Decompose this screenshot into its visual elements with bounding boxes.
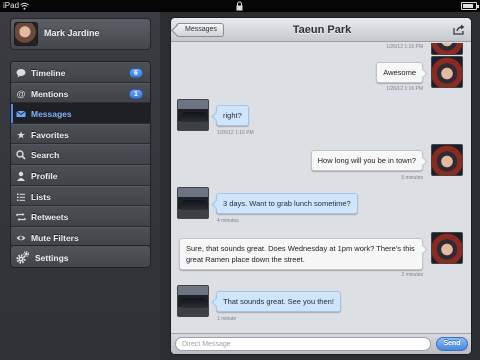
account-name: Mark Jardine [44,28,100,38]
contact-avatar [177,285,209,317]
unread-badge: 6 [129,68,143,78]
battery-icon [461,2,479,10]
carrier-label: iPad [3,1,20,10]
send-button[interactable]: Send [436,337,468,351]
conversation-panel: Messages Taeun Park 1/26/12 1:16 PM Awes… [170,17,472,355]
message-bubble: Sure, that sounds great. Does Wednesday … [179,238,423,270]
contact-avatar [177,99,209,131]
sidebar-item-label: Lists [31,191,51,202]
message-timestamp: 1/26/12 1:16 PM [386,86,423,92]
sidebar-item-label: Favorites [31,129,69,140]
message-bubble: Awesome [376,62,423,83]
settings-label: Settings [35,253,69,263]
sidebar-item-messages[interactable]: Messages [11,103,150,124]
eye-icon [16,233,26,243]
message-timestamp: 4 minutes [217,218,239,224]
sidebar-item-label: Search [31,150,60,161]
lock-icon [236,1,243,11]
account-avatar [14,22,38,46]
sidebar-item-label: Profile [31,170,58,181]
direct-message-input[interactable] [175,337,431,351]
sidebar-item-label: Mentions [31,88,69,99]
gear-icon [16,251,30,264]
wifi-icon [20,2,29,10]
message-composer: Send [171,333,471,354]
ipad-screen: iPad Mark Jardine Timeline 6 @ Mentions … [0,0,480,360]
selection-indicator [11,104,13,123]
message-bubble: How long will you be in town? [310,150,423,171]
message-timestamp: 1 minute [217,316,237,322]
conversation-header: Messages Taeun Park [171,18,471,42]
star-icon: ★ [16,129,26,140]
message-bubble: That sounds great. See you then! [216,291,341,312]
sidebar-item-label: Timeline [31,68,66,78]
at-sign-icon: @ [16,88,26,99]
message-bubble: right? [216,105,249,126]
settings-button[interactable]: Settings [10,245,151,268]
sidebar-item-label: Messages [31,109,72,120]
message-timestamp: 5 minutes [401,175,423,181]
message-thread: 1/26/12 1:16 PM Awesome 1/26/12 1:16 PM … [171,43,471,333]
person-icon [16,171,26,181]
retweet-icon [16,212,26,222]
message-timestamp: 1/26/12 1:16 PM [217,130,254,136]
sidebar-item-mentions[interactable]: @ Mentions 1 [11,82,150,104]
speech-bubble-icon [16,68,26,78]
message-timestamp: 2 minutes [401,272,423,278]
message-bubble: 3 days. Want to grab lunch sometime? [216,193,358,214]
account-button[interactable]: Mark Jardine [10,18,151,50]
my-avatar [431,232,463,264]
sidebar-item-label: Retweets [31,212,69,223]
my-avatar [431,43,463,55]
my-avatar [431,144,463,176]
conversation-title: Taeun Park [292,24,352,36]
unread-badge: 1 [129,88,143,99]
sidebar-menu: Timeline 6 @ Mentions 1 Messages ★ Favor… [10,61,151,249]
message-timestamp: 1/26/12 1:16 PM [386,44,423,50]
envelope-icon [16,109,26,119]
sidebar-item-label: Mute Filters [31,232,79,243]
sidebar-item-search[interactable]: Search [11,144,150,165]
share-icon[interactable] [453,24,465,35]
sidebar-item-profile[interactable]: Profile [11,164,150,186]
sidebar-item-timeline[interactable]: Timeline 6 [11,62,150,83]
battery-level [463,4,473,8]
status-bar: iPad [0,0,480,12]
sidebar-item-retweets[interactable]: Retweets [11,206,150,227]
contact-avatar [177,187,209,219]
sidebar: Mark Jardine Timeline 6 @ Mentions 1 Mes… [0,12,160,360]
my-avatar [431,56,463,88]
list-icon [16,192,26,202]
magnifier-icon [16,150,26,160]
sidebar-item-lists[interactable]: Lists [11,185,150,207]
sidebar-item-favorites[interactable]: ★ Favorites [11,123,150,145]
